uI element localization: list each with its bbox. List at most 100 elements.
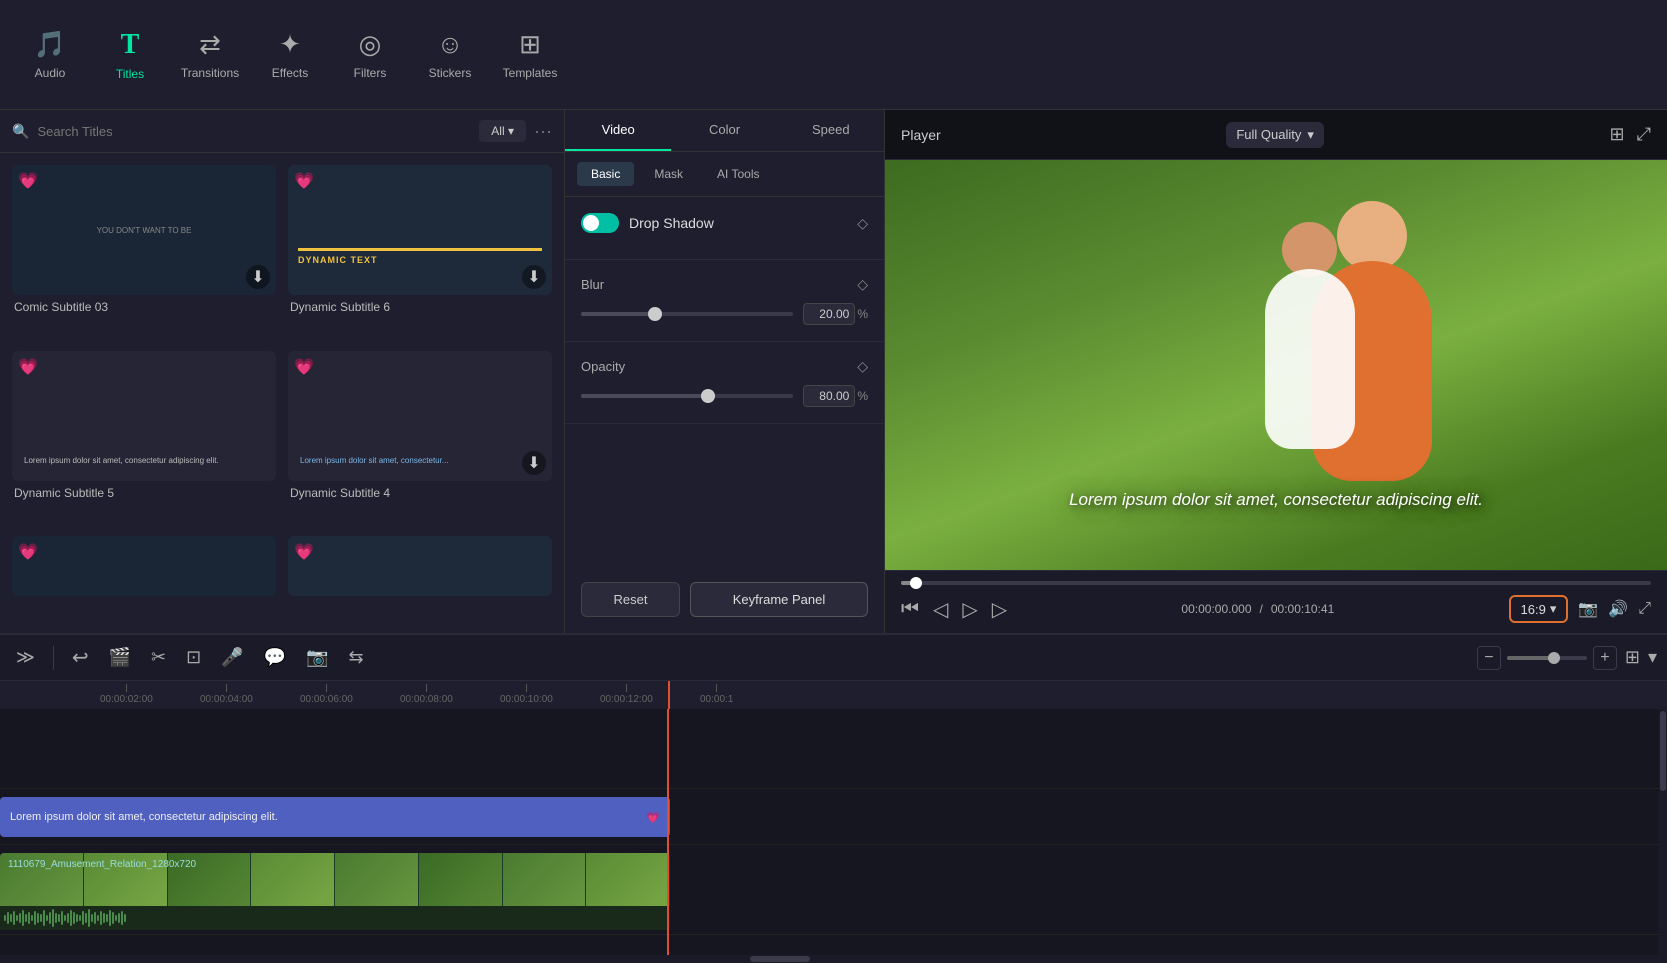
expand-button[interactable]: ⤢ [1637,124,1651,145]
time-label: 00:00:1 [700,694,733,705]
nav-effects[interactable]: ✦ Effects [250,10,330,100]
nav-templates[interactable]: ⊞ Templates [490,10,570,100]
subtitle-button[interactable]: 💬 [258,643,292,672]
time-label: 00:00:12:00 [600,694,653,705]
fullscreen-button[interactable]: ⤢ [1638,600,1651,618]
chevron-down-icon: ▾ [508,124,514,138]
blur-label: Blur [581,277,604,292]
opacity-unit: % [857,389,868,403]
zoom-slider[interactable] [1507,656,1587,660]
crop-button[interactable]: ⊡ [180,643,207,672]
tab-video[interactable]: Video [565,110,671,151]
ruler-mark: 00:00:12:00 [600,684,653,705]
thumb-preview-text: DYNAMIC TEXT [298,255,542,265]
playback-progress-bar[interactable] [901,581,1651,585]
keyframe-panel-button[interactable]: Keyframe Panel [690,582,868,617]
list-item[interactable]: 💗 Lorem ipsum dolor sit amet, consectetu… [288,351,552,525]
grid-toggle-button[interactable]: ⊞ [1625,647,1640,668]
wave-bar [76,914,78,922]
zoom-out-button[interactable]: − [1477,646,1501,670]
ruler-line [126,684,127,692]
nav-transitions[interactable]: ⇄ Transitions [170,10,250,100]
add-media-button[interactable]: 🎬 [103,643,137,672]
scrollbar-thumb[interactable] [1660,711,1666,791]
nav-filters[interactable]: ◎ Filters [330,10,410,100]
filter-dropdown[interactable]: All ▾ [479,120,526,142]
drop-shadow-toggle[interactable] [581,213,619,233]
timeline-more-button[interactable]: ▾ [1648,647,1657,668]
opacity-slider-thumb[interactable] [701,389,715,403]
snapshot-button[interactable]: 📷 [300,643,334,672]
list-item[interactable]: 💗 [12,536,276,621]
wave-bar [34,911,36,925]
main-area: 🔍 All ▾ ··· 💗 YOU DON'T WANT TO BE ⬇ Com… [0,110,1667,633]
wave-bar [100,911,102,925]
nav-titles[interactable]: T Titles [90,10,170,100]
subtitle-clip[interactable]: Lorem ipsum dolor sit amet, consectetur … [0,797,670,837]
wave-bar [13,911,15,925]
player-extra-controls: 16:9 ▾ 📷 🔊 ⤢ [1509,595,1652,623]
opacity-keyframe-icon[interactable]: ◇ [857,358,868,375]
undo-button[interactable]: ↩ [66,641,95,674]
opacity-value-input[interactable] [803,385,855,407]
h-scrollbar-thumb[interactable] [750,956,810,962]
blur-slider[interactable] [581,312,793,316]
download-icon[interactable]: ⬇ [522,451,546,475]
subtab-basic[interactable]: Basic [577,162,634,186]
skip-back-button[interactable]: ⏮ [901,598,919,621]
download-icon[interactable]: ⬇ [246,265,270,289]
play-button[interactable]: ▷ [962,597,977,622]
zoom-in-button[interactable]: + [1593,646,1617,670]
transitions-icon: ⇄ [199,29,221,60]
blur-keyframe-icon[interactable]: ◇ [857,276,868,293]
blur-value-input[interactable] [803,303,855,325]
expand-timeline-button[interactable]: ≫ [10,643,41,672]
subtab-basic-label: Basic [591,167,620,181]
tab-color[interactable]: Color [671,110,777,151]
frame-forward-button[interactable]: ▷ [992,597,1007,622]
blur-section: Blur ◇ % [565,260,884,342]
wave-bar [112,912,114,924]
aspect-ratio-selector[interactable]: 16:9 ▾ [1509,595,1569,623]
vertical-scrollbar[interactable] [1659,709,1667,955]
frame-back-button[interactable]: ◁ [933,597,948,622]
wave-bar [16,915,18,921]
subtab-aitools[interactable]: AI Tools [703,162,773,186]
subtab-mask[interactable]: Mask [640,162,697,186]
screenshot-button[interactable]: 📷 [1578,599,1598,619]
drop-shadow-row: Drop Shadow ◇ [581,213,868,233]
search-input[interactable] [37,124,471,139]
nav-stickers[interactable]: ☺ Stickers [410,10,490,100]
speed-button[interactable]: ⇆ [342,643,369,672]
subtitle-text: Lorem ipsum dolor sit amet, consectetur … [1069,490,1483,509]
zoom-thumb[interactable] [1548,652,1560,664]
nav-audio[interactable]: 🎵 Audio [10,10,90,100]
list-item[interactable]: 💗 [288,536,552,621]
audio-button[interactable]: 🎤 [215,643,249,672]
opacity-slider[interactable] [581,394,793,398]
more-options-button[interactable]: ··· [534,121,552,142]
list-item[interactable]: 💗 YOU DON'T WANT TO BE ⬇ Comic Subtitle … [12,165,276,339]
horizontal-scrollbar[interactable] [0,955,1667,963]
keyframe-diamond-icon[interactable]: ◇ [857,215,868,232]
reset-button[interactable]: Reset [581,582,680,617]
split-button[interactable]: ✂ [145,643,172,672]
grid-view-button[interactable]: ⊞ [1610,124,1625,145]
volume-button[interactable]: 🔊 [1608,599,1628,619]
wave-bar [64,915,66,921]
wave-bar [124,914,126,922]
list-item[interactable]: 💗 DYNAMIC TEXT ⬇ Dynamic Subtitle 6 [288,165,552,339]
list-item[interactable]: 💗 Lorem ipsum dolor sit amet, consectetu… [12,351,276,525]
blur-slider-thumb[interactable] [648,307,662,321]
ruler-mark: 00:00:08:00 [400,684,453,705]
progress-handle[interactable] [910,577,922,589]
sub-tabs: Basic Mask AI Tools [565,152,884,197]
quality-selector[interactable]: Full Quality ▾ [1226,122,1324,148]
download-icon[interactable]: ⬇ [522,265,546,289]
tab-speed[interactable]: Speed [778,110,884,151]
premium-badge: 💗 [18,171,38,191]
wave-bar [58,914,60,922]
total-time: 00:00:10:41 [1271,602,1334,616]
player-controls: ⏮ ◁ ▷ ▷ 00:00:00.000 / 00:00:10:41 16:9 … [885,570,1667,633]
tab-color-label: Color [709,122,740,137]
